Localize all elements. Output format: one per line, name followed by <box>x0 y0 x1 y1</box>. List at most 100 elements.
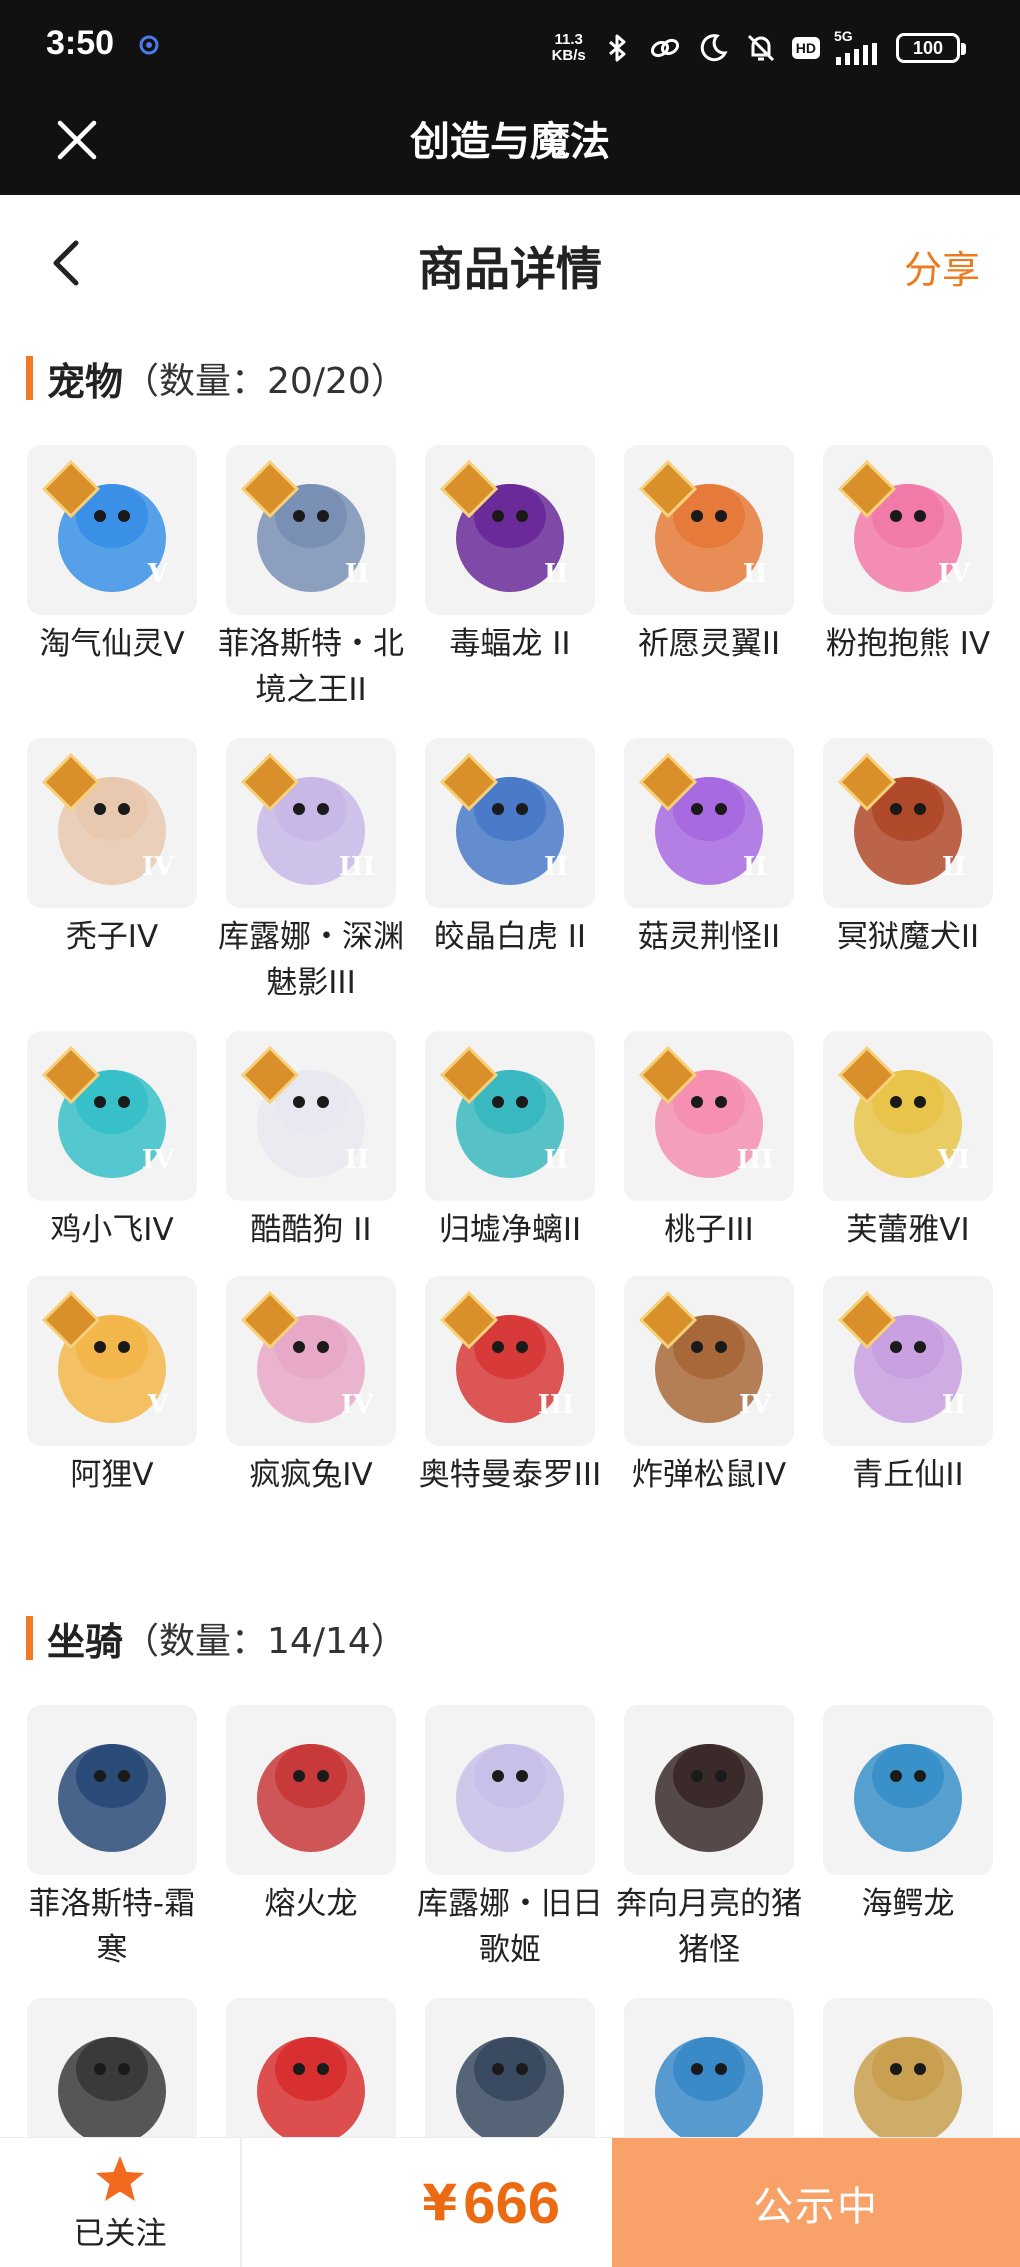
pet-thumbnail: III <box>425 1276 595 1446</box>
pet-card[interactable]: IV 疯疯兔IV <box>225 1276 397 1536</box>
tier-badge-icon <box>639 1291 697 1349</box>
mount-name: 库露娜・旧日歌姬 <box>417 1886 603 1968</box>
pet-name: 秃子IV <box>65 919 159 955</box>
pet-name: 毒蝠龙 II <box>449 626 571 662</box>
mount-card[interactable]: 菲洛斯特-霜寒 <box>26 1705 198 1998</box>
pet-card[interactable]: III 库露娜・深渊魅影III <box>218 738 404 1031</box>
pet-thumbnail: IV <box>27 738 197 908</box>
pet-card[interactable]: II 祈愿灵翼II <box>623 445 795 738</box>
pet-card[interactable]: II 菇灵荆怪II <box>623 738 795 1031</box>
pet-name: 冥狱魔犬II <box>836 919 980 955</box>
pet-name: 淘气仙灵V <box>39 626 185 662</box>
pet-name: 疯疯兔IV <box>249 1457 373 1493</box>
mount-image <box>655 2037 763 2145</box>
pet-thumbnail: II <box>823 738 993 908</box>
mount-image <box>854 2037 962 2145</box>
follow-label: 已关注 <box>73 2215 167 2252</box>
pet-thumbnail: II <box>226 445 396 615</box>
mount-card[interactable]: 库露娜・旧日歌姬 <box>417 1705 603 1998</box>
mount-name: 海鳄龙 <box>861 1886 955 1922</box>
pet-thumbnail: IV <box>226 1276 396 1446</box>
pet-card[interactable]: V 阿狸V <box>26 1276 198 1536</box>
mount-thumbnail <box>823 1705 993 1875</box>
app-notification-icon <box>139 35 159 55</box>
tier-badge-label: III <box>736 1145 774 1175</box>
bluetooth-icon <box>608 34 626 62</box>
tier-badge-icon <box>639 460 697 518</box>
pet-card[interactable]: V 淘气仙灵V <box>26 445 198 738</box>
pet-card[interactable]: IV 炸弹松鼠IV <box>623 1276 795 1536</box>
pet-card[interactable]: II 菲洛斯特・北境之王II <box>218 445 404 738</box>
tier-badge-icon <box>838 753 896 811</box>
pet-thumbnail: II <box>425 445 595 615</box>
battery-indicator: 100 <box>896 33 966 63</box>
signal-indicator: 5G <box>834 29 882 67</box>
pet-name: 鸡小飞IV <box>50 1212 174 1248</box>
pet-name: 芙蕾雅VI <box>846 1212 970 1248</box>
price-value: 666 <box>463 2170 560 2236</box>
tier-badge-icon <box>42 1046 100 1104</box>
tier-badge-label: II <box>543 559 569 589</box>
tier-badge-icon <box>241 1046 299 1104</box>
pet-card[interactable]: III 桃子III <box>623 1031 795 1276</box>
pet-card[interactable]: III 奥特曼泰罗III <box>419 1276 601 1536</box>
mount-name: 菲洛斯特-霜寒 <box>28 1886 196 1968</box>
pet-card[interactable]: II 冥狱魔犬II <box>822 738 994 1031</box>
pet-card[interactable]: II 归墟净螭II <box>424 1031 596 1276</box>
pet-thumbnail: V <box>27 1276 197 1446</box>
status-time: 3:50 <box>46 24 115 62</box>
tier-badge-icon <box>838 1046 896 1104</box>
tier-badge-label: IV <box>937 559 971 589</box>
mount-card[interactable]: 熔火龙 <box>225 1705 397 1998</box>
tier-badge-icon <box>838 460 896 518</box>
pet-name: 粉抱抱熊 IV <box>825 626 991 662</box>
mount-name: 奔向月亮的猪猪怪 <box>616 1886 802 1968</box>
follow-button[interactable]: 已关注 <box>0 2138 242 2267</box>
mount-card[interactable]: 海鳄龙 <box>822 1705 994 1998</box>
tier-badge-label: II <box>344 559 370 589</box>
pet-card[interactable]: IV 鸡小飞IV <box>26 1031 198 1276</box>
page-header: 商品详情 分享 <box>0 195 1020 330</box>
pet-thumbnail: IV <box>624 1276 794 1446</box>
pet-card[interactable]: IV 秃子IV <box>26 738 198 1031</box>
tier-badge-icon <box>42 1291 100 1349</box>
pet-card[interactable]: II 青丘仙II <box>822 1276 994 1536</box>
pet-name: 青丘仙II <box>852 1457 964 1493</box>
tier-badge-icon <box>639 1046 697 1104</box>
tier-badge-label: IV <box>340 1390 374 1420</box>
signal-bars-icon <box>836 43 877 65</box>
tier-badge-icon <box>241 753 299 811</box>
mount-image <box>257 2037 365 2145</box>
section-accent-bar <box>26 1616 33 1660</box>
pet-card[interactable]: II 皎晶白虎 II <box>424 738 596 1031</box>
moon-icon <box>700 34 728 62</box>
tier-badge-icon <box>42 753 100 811</box>
section-accent-bar <box>26 356 33 400</box>
pet-card[interactable]: II 毒蝠龙 II <box>424 445 596 738</box>
star-icon <box>96 2155 144 2201</box>
mounts-grid: 菲洛斯特-霜寒 熔火龙 库露娜・旧日歌姬 奔向月亮的猪猪怪 海鳄龙 <box>26 1705 996 2178</box>
tier-badge-label: III <box>338 852 376 882</box>
pet-card[interactable]: VI 芙蕾雅VI <box>822 1031 994 1276</box>
tier-badge-icon <box>241 460 299 518</box>
pet-card[interactable]: IV 粉抱抱熊 IV <box>822 445 994 738</box>
pet-thumbnail: IV <box>27 1031 197 1201</box>
share-button[interactable]: 分享 <box>904 239 980 294</box>
pet-thumbnail: II <box>226 1031 396 1201</box>
pets-section-count: （数量：20/20） <box>123 361 407 402</box>
pets-section-label: 宠物 <box>47 359 124 404</box>
tier-badge-label: III <box>537 1390 575 1420</box>
pet-name: 菇灵荆怪II <box>637 919 781 955</box>
mount-image <box>257 1744 365 1852</box>
mount-image <box>854 1744 962 1852</box>
currency-symbol: ¥ <box>422 2174 458 2232</box>
mount-image <box>655 1744 763 1852</box>
tier-badge-label: II <box>941 852 967 882</box>
mounts-section-header: 坐骑 （数量：14/14） <box>26 1615 407 1664</box>
tier-badge-label: II <box>543 852 569 882</box>
pet-card[interactable]: II 酷酷狗 II <box>225 1031 397 1276</box>
pet-thumbnail: II <box>624 738 794 908</box>
publicity-status-button[interactable]: 公示中 <box>612 2138 1020 2267</box>
pet-name: 祈愿灵翼II <box>637 626 781 662</box>
mount-card[interactable]: 奔向月亮的猪猪怪 <box>616 1705 802 1998</box>
